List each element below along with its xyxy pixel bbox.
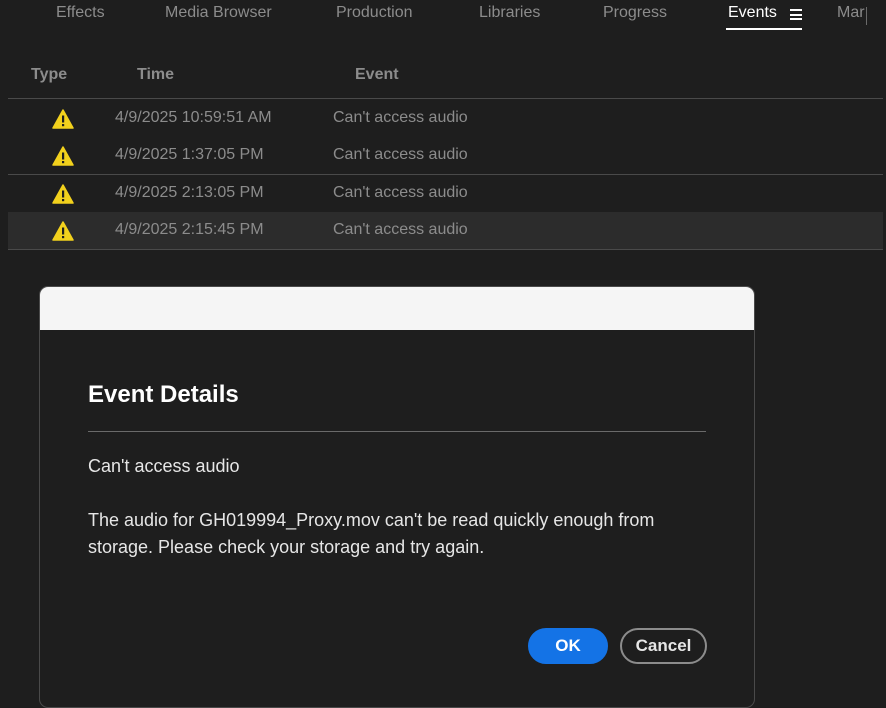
event-time: 4/9/2025 1:37:05 PM <box>115 146 264 163</box>
cancel-button[interactable]: Cancel <box>620 628 707 664</box>
tab-markers[interactable]: Mar <box>837 4 866 22</box>
warning-icon <box>52 146 74 166</box>
column-header-type[interactable]: Type <box>31 66 67 84</box>
event-name: Can't access audio <box>333 184 468 201</box>
tab-overflow-divider <box>866 7 867 25</box>
tab-media-browser[interactable]: Media Browser <box>165 4 272 22</box>
table-row[interactable]: 4/9/2025 2:13:05 PM Can't access audio <box>8 175 883 213</box>
tab-progress[interactable]: Progress <box>603 4 667 22</box>
table-row[interactable]: 4/9/2025 1:37:05 PM Can't access audio <box>8 137 883 175</box>
panel-tab-bar: Effects Media Browser Production Librari… <box>0 0 886 32</box>
event-time: 4/9/2025 2:13:05 PM <box>115 184 264 201</box>
tab-production[interactable]: Production <box>336 4 413 22</box>
panel-menu-icon[interactable] <box>790 9 802 20</box>
table-row[interactable]: 4/9/2025 10:59:51 AM Can't access audio <box>8 100 883 138</box>
event-description: The audio for GH019994_Proxy.mov can't b… <box>88 510 655 557</box>
warning-icon <box>52 184 74 204</box>
active-tab-indicator <box>726 28 802 30</box>
event-summary: Can't access audio <box>88 456 240 476</box>
tab-events[interactable]: Events <box>728 4 777 26</box>
dialog-title: Event Details <box>88 381 239 408</box>
dialog-divider <box>88 431 706 432</box>
event-time: 4/9/2025 2:15:45 PM <box>115 221 264 238</box>
table-row-selected[interactable]: 4/9/2025 2:15:45 PM Can't access audio <box>8 212 883 250</box>
dialog-title-bar[interactable] <box>40 287 754 330</box>
tab-effects[interactable]: Effects <box>56 4 105 22</box>
warning-icon <box>52 221 74 241</box>
event-name: Can't access audio <box>333 146 468 163</box>
event-time: 4/9/2025 10:59:51 AM <box>115 109 272 126</box>
tab-libraries[interactable]: Libraries <box>479 4 540 22</box>
ok-button[interactable]: OK <box>528 628 608 664</box>
events-table-header: Type Time Event <box>8 56 883 99</box>
column-header-event[interactable]: Event <box>355 66 399 84</box>
event-name: Can't access audio <box>333 221 468 238</box>
warning-icon <box>52 109 74 129</box>
event-details-dialog: Event Details Can't access audio The aud… <box>39 286 755 708</box>
event-name: Can't access audio <box>333 109 468 126</box>
column-header-time[interactable]: Time <box>137 66 174 84</box>
